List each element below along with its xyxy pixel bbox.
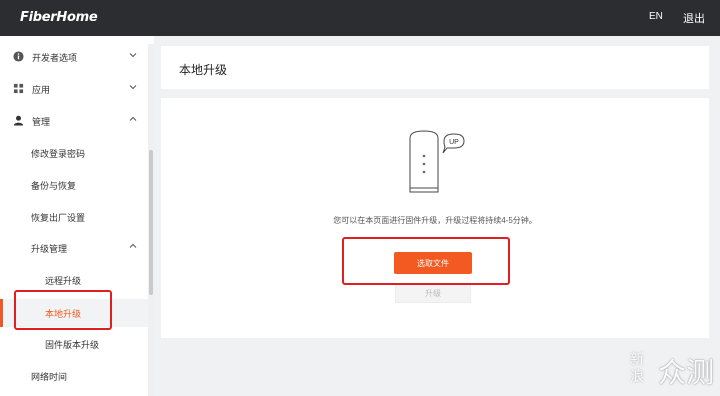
- sidebar-item-label: 网络时间: [31, 372, 68, 382]
- upgrade-panel: UP 您可以在本页面进行固件升级，升级过程将持续4-5分钟。 选取文件 升级: [161, 98, 709, 338]
- chevron-up-icon: [129, 243, 137, 248]
- sidebar-item-upgrade-management[interactable]: 升级管理: [0, 237, 148, 261]
- sidebar-item-label: 固件版本升级: [45, 340, 100, 350]
- sidebar-scrollbar-thumb[interactable]: [149, 150, 153, 295]
- sidebar-item-label: 备份与恢复: [31, 181, 77, 191]
- sidebar-item-management[interactable]: 管理: [0, 110, 148, 134]
- sidebar: 开发者选项 应用 管理 修改登录密码 备份与恢复 恢复出厂设置 升级管理 远程升…: [0, 36, 154, 396]
- sidebar-item-firmware-upgrade[interactable]: 固件版本升级: [0, 333, 148, 357]
- sidebar-item-label: 升级管理: [31, 244, 68, 254]
- sidebar-item-apps[interactable]: 应用: [0, 78, 148, 102]
- upgrade-button[interactable]: 升级: [395, 283, 471, 303]
- sidebar-item-developer-options[interactable]: 开发者选项: [0, 46, 148, 70]
- sidebar-item-label: 修改登录密码: [31, 149, 86, 159]
- chevron-down-icon: [129, 85, 137, 90]
- sidebar-item-label: 远程升级: [45, 276, 82, 286]
- sidebar-item-change-password[interactable]: 修改登录密码: [0, 142, 148, 166]
- sidebar-item-network-time[interactable]: 网络时间: [0, 365, 148, 389]
- sidebar-item-label: 管理: [32, 117, 51, 127]
- language-toggle[interactable]: EN: [649, 11, 663, 22]
- chevron-up-icon: [129, 116, 137, 121]
- page-title: 本地升级: [179, 63, 228, 77]
- sidebar-item-label: 应用: [32, 85, 51, 95]
- sidebar-item-factory-reset[interactable]: 恢复出厂设置: [0, 206, 148, 230]
- highlight-box: [342, 237, 510, 285]
- upgrade-info-text: 您可以在本页面进行固件升级，升级过程将持续4-5分钟。: [333, 216, 537, 225]
- watermark-big-text: 众测: [658, 356, 715, 389]
- highlight-box: [14, 290, 112, 330]
- active-indicator: [0, 299, 3, 327]
- watermark-small-text: 新浪: [630, 352, 644, 385]
- top-bar: FiberHome EN 退出: [0, 0, 720, 36]
- brand-logo: FiberHome: [20, 10, 98, 25]
- sidebar-item-label: 恢复出厂设置: [31, 213, 86, 223]
- chevron-down-icon: [129, 53, 137, 58]
- user-icon: [13, 115, 24, 126]
- router-icon: UP: [409, 130, 465, 193]
- page-title-card: 本地升级: [161, 46, 709, 89]
- sidebar-item-label: 开发者选项: [32, 53, 78, 63]
- grid-icon: [13, 83, 24, 94]
- sidebar-item-backup-restore[interactable]: 备份与恢复: [0, 174, 148, 198]
- up-bubble-text: UP: [449, 139, 459, 146]
- logout-link[interactable]: 退出: [683, 10, 705, 26]
- info-circle-icon: [13, 51, 24, 62]
